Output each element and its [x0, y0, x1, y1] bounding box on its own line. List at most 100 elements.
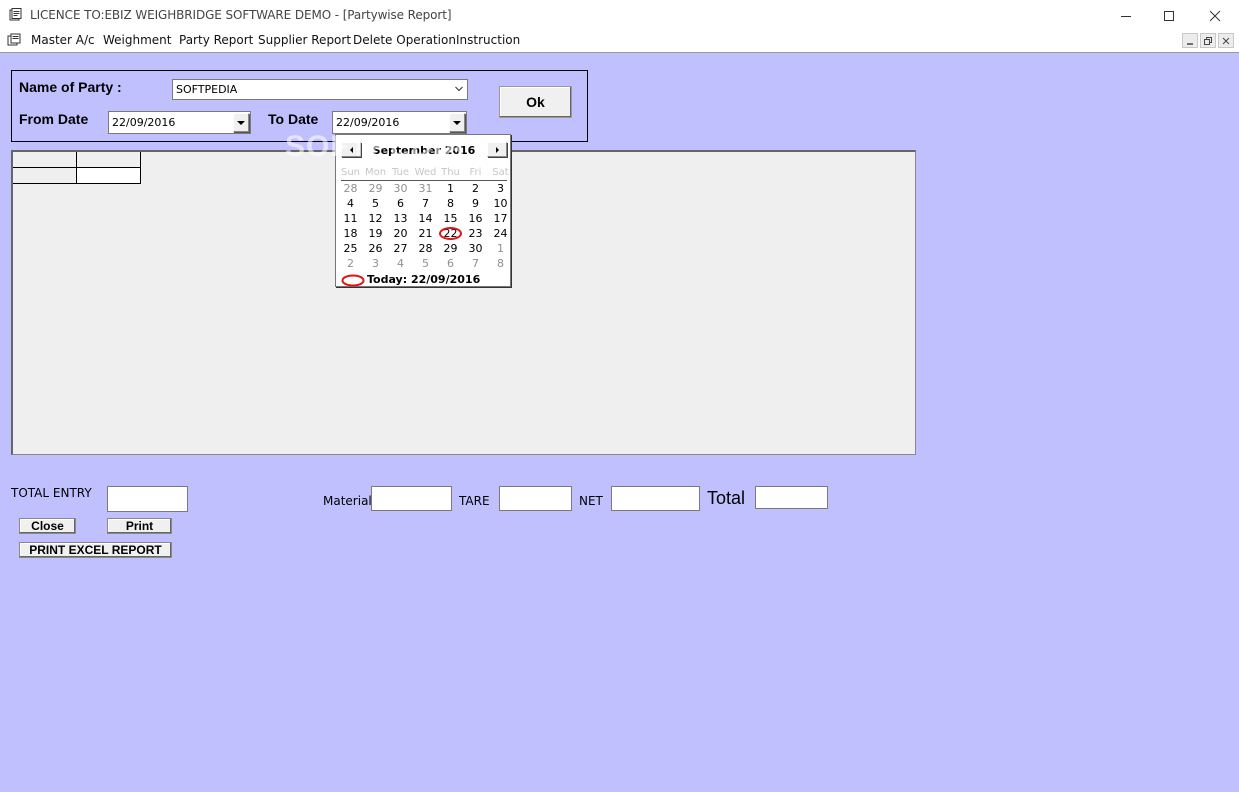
calendar-day[interactable]: 12 [363, 211, 388, 226]
maximize-icon [1164, 10, 1174, 21]
calendar-day[interactable]: 4 [338, 196, 363, 211]
minimize-button[interactable] [1103, 0, 1149, 31]
menu-weighment[interactable]: Weighment [103, 33, 171, 47]
calendar-day[interactable]: 30 [388, 181, 413, 196]
calendar-day[interactable]: 5 [413, 256, 438, 271]
tare-label: TARE [459, 494, 490, 508]
calendar-day[interactable]: 20 [388, 226, 413, 241]
calendar-day[interactable]: 26 [363, 241, 388, 256]
calendar-day[interactable]: 25 [338, 241, 363, 256]
calendar-day[interactable]: 11 [338, 211, 363, 226]
menu-delete-operation[interactable]: Delete Operation [353, 33, 456, 47]
chevron-down-icon [455, 86, 463, 92]
material-label: Material [323, 494, 372, 508]
grid-row-header[interactable] [13, 168, 77, 184]
total-label: Total [707, 488, 746, 508]
party-select[interactable]: SOFTPEDIA [172, 79, 468, 100]
calendar-day[interactable]: 27 [388, 241, 413, 256]
mdi-minimize-button[interactable] [1182, 33, 1198, 48]
print-button[interactable]: Print [107, 518, 172, 534]
calendar-day[interactable]: 21 [413, 226, 438, 241]
calendar-day[interactable]: 3 [363, 256, 388, 271]
calendar-today-link[interactable]: Today: 22/09/2016 [367, 273, 480, 286]
to-date-value: 22/09/2016 [336, 116, 400, 129]
restore-icon [1204, 36, 1212, 45]
calendar-day[interactable]: 2 [463, 181, 488, 196]
mdi-close-button[interactable] [1218, 33, 1234, 48]
menu-instruction[interactable]: Instruction [456, 33, 520, 47]
menu-party-report[interactable]: Party Report [179, 33, 253, 47]
calendar-weekday: Thu [441, 167, 460, 178]
calendar-day[interactable]: 29 [363, 181, 388, 196]
from-date-picker[interactable]: 22/09/2016 [108, 111, 251, 134]
calendar-day[interactable]: 28 [413, 241, 438, 256]
calendar-day[interactable]: 15 [438, 211, 463, 226]
calendar-day[interactable]: 28 [338, 181, 363, 196]
calendar-day[interactable]: 6 [438, 256, 463, 271]
maximize-button[interactable] [1146, 0, 1192, 31]
menu-master-ac[interactable]: Master A/c [31, 33, 95, 47]
next-month-button[interactable] [487, 142, 507, 157]
calendar-weekday: Mon [364, 167, 387, 178]
document-icon[interactable] [7, 33, 23, 47]
calendar-weekday: Fri [469, 167, 482, 178]
calendar-day[interactable]: 24 [488, 226, 513, 241]
report-form: Name of Party : SOFTPEDIA From Date 22/0… [0, 52, 1239, 792]
tare-field[interactable] [499, 486, 572, 511]
grid-cell-selected[interactable] [77, 168, 141, 184]
from-date-label: From Date [19, 111, 89, 127]
calendar-day[interactable]: 18 [338, 226, 363, 241]
total-field[interactable] [755, 486, 828, 509]
window-title: LICENCE TO:EBIZ WEIGHBRIDGE SOFTWARE DEM… [30, 8, 452, 22]
ok-button[interactable]: Ok [499, 86, 572, 118]
calendar-day[interactable]: 8 [438, 196, 463, 211]
total-entry-label: TOTAL ENTRY [11, 486, 92, 500]
from-date-value: 22/09/2016 [112, 116, 176, 129]
total-entry-field[interactable] [107, 486, 188, 512]
mdi-restore-button[interactable] [1200, 33, 1216, 48]
calendar-day[interactable]: 1 [438, 181, 463, 196]
calendar-day[interactable]: 1 [488, 241, 513, 256]
calendar-day[interactable]: 8 [488, 256, 513, 271]
calendar-day[interactable]: 29 [438, 241, 463, 256]
menu-bar: Master A/c Weighment Party Report Suppli… [0, 31, 1239, 51]
calendar-day[interactable]: 4 [388, 256, 413, 271]
calendar-day[interactable]: 6 [388, 196, 413, 211]
calendar-day[interactable]: 16 [463, 211, 488, 226]
to-date-label: To Date [268, 111, 319, 127]
net-label: NET [579, 494, 603, 508]
menu-supplier-report[interactable]: Supplier Report [258, 33, 351, 47]
calendar-day[interactable]: 7 [463, 256, 488, 271]
calendar-day[interactable]: 17 [488, 211, 513, 226]
calendar-weekday: Sun [340, 167, 361, 178]
close-window-button[interactable] [1192, 0, 1238, 31]
calendar-day[interactable]: 13 [388, 211, 413, 226]
grid-header-cell[interactable] [77, 152, 141, 168]
calendar-day[interactable]: 5 [363, 196, 388, 211]
calendar-day[interactable]: 3 [488, 181, 513, 196]
close-icon [1222, 37, 1230, 44]
from-date-dropdown-button[interactable] [233, 113, 249, 132]
minimize-icon [1121, 15, 1131, 17]
calendar-day[interactable]: 19 [363, 226, 388, 241]
calendar-day[interactable]: 14 [413, 211, 438, 226]
party-label: Name of Party : [19, 79, 122, 95]
calendar-day[interactable]: 2 [338, 256, 363, 271]
dropdown-arrow-icon [453, 120, 461, 125]
grid-header-cell[interactable] [13, 152, 77, 168]
calendar-day[interactable]: 10 [488, 196, 513, 211]
softpedia-watermark: SOFTPEDIA [285, 130, 466, 163]
calendar-day[interactable]: 31 [413, 181, 438, 196]
calendar-day[interactable]: 30 [463, 241, 488, 256]
net-field[interactable] [611, 486, 700, 511]
print-excel-report-button[interactable]: PRINT EXCEL REPORT [19, 542, 172, 558]
close-button[interactable]: Close [19, 518, 76, 534]
title-bar: LICENCE TO:EBIZ WEIGHBRIDGE SOFTWARE DEM… [0, 0, 1239, 31]
calendar-day[interactable]: 9 [463, 196, 488, 211]
material-field[interactable] [371, 486, 452, 511]
party-select-value: SOFTPEDIA [176, 83, 238, 96]
calendar-day[interactable]: 7 [413, 196, 438, 211]
calendar-weekday: Tue [391, 167, 410, 178]
calendar-day[interactable]: 23 [463, 226, 488, 241]
dropdown-arrow-icon [237, 120, 245, 125]
